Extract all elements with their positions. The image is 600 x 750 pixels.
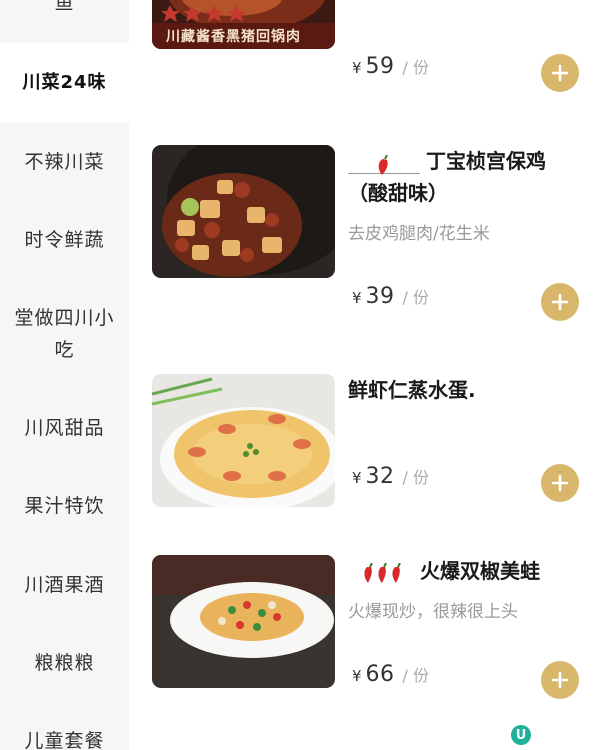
- add-to-cart-button[interactable]: [541, 661, 579, 699]
- sidebar-item-label: 果汁特饮: [24, 495, 105, 517]
- sidebar-item-sichuan-24[interactable]: 川菜24味: [0, 43, 129, 123]
- price-value: 39: [365, 284, 395, 309]
- dish-image-steamed-egg[interactable]: [152, 374, 335, 507]
- dish-price: ¥ 59 / 份: [352, 54, 429, 79]
- sidebar-item-label: 粮粮粮: [34, 652, 95, 674]
- add-to-cart-button[interactable]: [541, 464, 579, 502]
- dish-image-kung-pao-chicken[interactable]: [152, 145, 335, 278]
- sidebar-item-snacks[interactable]: 堂做四川小吃: [0, 300, 129, 368]
- sidebar-item-non-spicy[interactable]: 不辣川菜: [0, 140, 129, 184]
- chili-icon: [364, 562, 401, 583]
- sidebar-item-seasonal-veg[interactable]: 时令鲜蔬: [0, 218, 129, 262]
- dish-photo: [152, 555, 335, 688]
- dish-name: 火爆双椒美蛙: [420, 559, 540, 583]
- sidebar-item-label: 时令鲜蔬: [24, 229, 105, 251]
- price-unit: / 份: [402, 288, 430, 307]
- plus-icon: [551, 474, 569, 492]
- sidebar-item-kids[interactable]: 儿童套餐: [0, 719, 129, 750]
- menu-page: 鱼 川菜24味 不辣川菜 时令鲜蔬 堂做四川小吃 川风甜品 果汁特饮 川酒果酒 …: [0, 0, 600, 750]
- dish-price: ¥ 66 / 份: [352, 662, 429, 687]
- category-sidebar: 鱼 川菜24味 不辣川菜 时令鲜蔬 堂做四川小吃 川风甜品 果汁特饮 川酒果酒 …: [0, 0, 129, 750]
- plus-icon: [551, 293, 569, 311]
- dish-image-twice-cooked-pork[interactable]: 川藏酱香黑猪回锅肉: [152, 0, 335, 49]
- add-to-cart-button[interactable]: [541, 283, 579, 321]
- currency-symbol: ¥: [352, 59, 362, 77]
- currency-symbol: ¥: [352, 289, 362, 307]
- currency-symbol: ¥: [352, 667, 362, 685]
- price-value: 59: [365, 54, 395, 79]
- dish-photo: [152, 374, 335, 507]
- dish-description: 去皮鸡腿肉/花生米: [348, 224, 490, 244]
- sidebar-item-label: 不辣川菜: [24, 151, 105, 173]
- dish-image-spicy-frog[interactable]: [152, 555, 335, 688]
- spicy-level-line: [348, 152, 420, 175]
- sidebar-item-label: 川酒果酒: [24, 574, 105, 596]
- sidebar-item-label: 鱼: [54, 0, 75, 14]
- dish-photo: [152, 145, 335, 278]
- dish-name-row: 丁宝桢宫保鸡（酸甜味）: [348, 145, 584, 209]
- sidebar-item-drinks[interactable]: 果汁特饮: [0, 484, 129, 528]
- sidebar-item-label: 川风甜品: [24, 417, 105, 439]
- price-unit: / 份: [402, 58, 430, 77]
- currency-symbol: ¥: [352, 469, 362, 487]
- sidebar-item-wine[interactable]: 川酒果酒: [0, 563, 129, 607]
- sidebar-item-label: 川菜24味: [22, 72, 107, 93]
- plus-icon: [551, 64, 569, 82]
- dish-name-row: 火爆双椒美蛙: [348, 555, 584, 587]
- sidebar-item-fish[interactable]: 鱼: [0, 0, 129, 20]
- sidebar-item-desserts[interactable]: 川风甜品: [0, 406, 129, 450]
- dish-name: 鲜虾仁蒸水蛋.: [348, 378, 476, 402]
- dish-description: 火爆现炒，很辣很上头: [348, 602, 518, 622]
- spicy-level-icons: [348, 560, 420, 586]
- price-value: 32: [365, 464, 395, 489]
- add-to-cart-button[interactable]: [541, 54, 579, 92]
- plus-icon: [551, 671, 569, 689]
- price-unit: / 份: [402, 666, 430, 685]
- sidebar-item-label: 堂做四川小吃: [14, 307, 115, 361]
- price-unit: / 份: [402, 468, 430, 487]
- dish-price: ¥ 39 / 份: [352, 284, 429, 309]
- chili-icon: [378, 154, 388, 175]
- sidebar-item-grains[interactable]: 粮粮粮: [0, 641, 129, 685]
- floating-badge[interactable]: U: [511, 725, 531, 745]
- price-value: 66: [365, 662, 395, 687]
- sidebar-item-label: 儿童套餐: [24, 730, 105, 750]
- dish-price: ¥ 32 / 份: [352, 464, 429, 489]
- dish-image-caption: 川藏酱香黑猪回锅肉: [166, 29, 301, 45]
